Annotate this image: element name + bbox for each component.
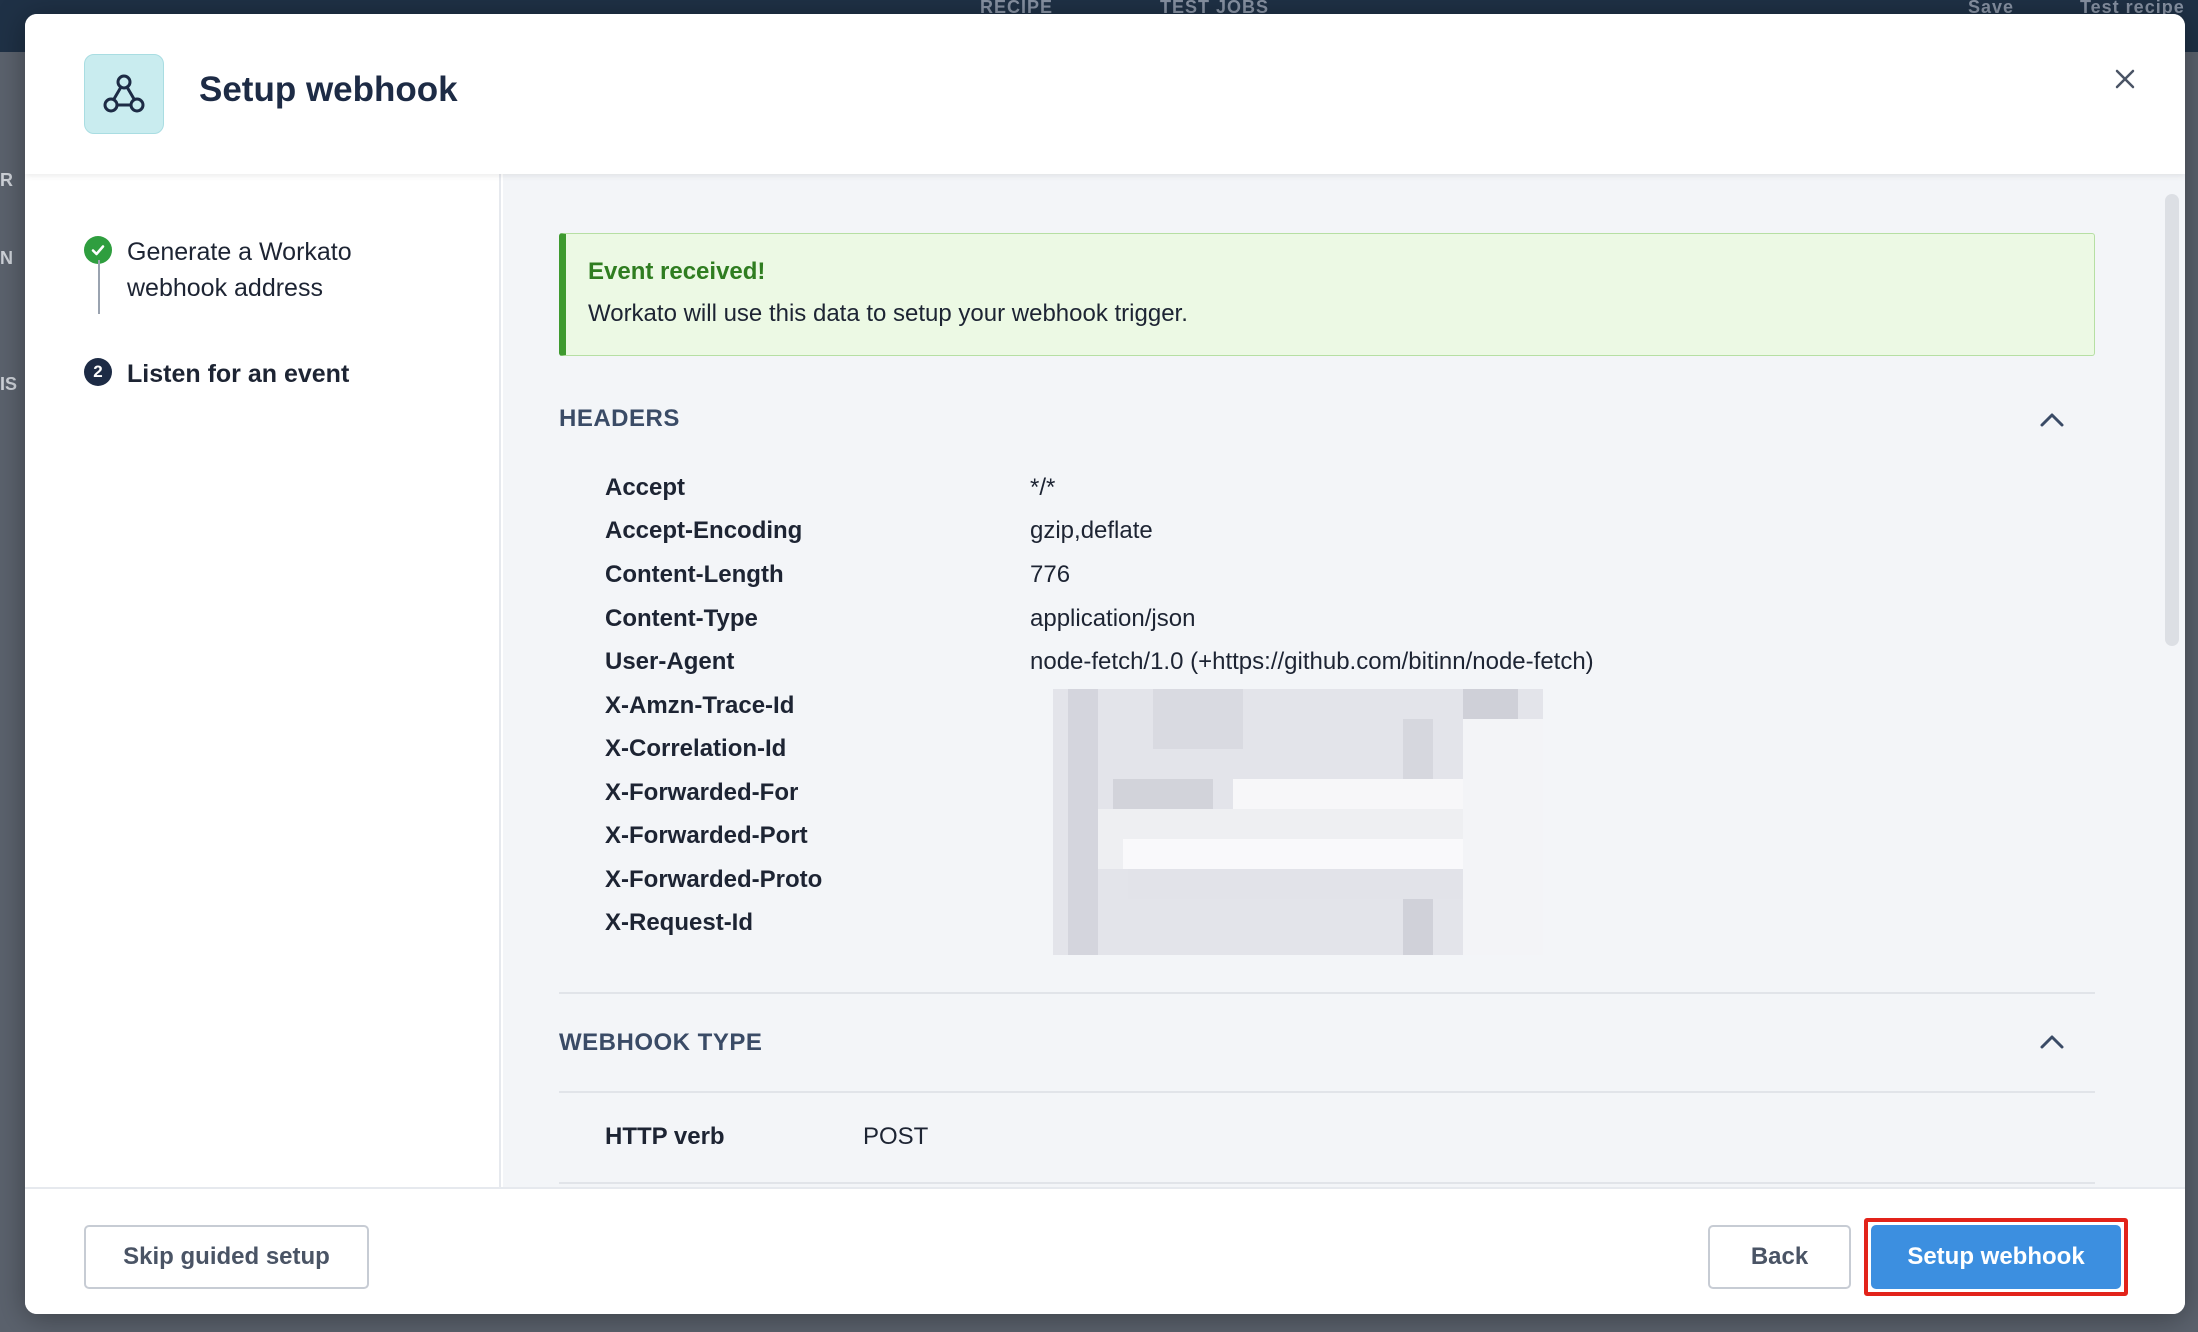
header-row: Accept-Encoding gzip,deflate xyxy=(605,517,2005,557)
header-row: Content-Length 776 xyxy=(605,561,2005,601)
alert-text: Workato will use this data to setup your… xyxy=(588,300,1188,327)
section-divider xyxy=(559,1182,2095,1184)
header-key: X-Forwarded-Port xyxy=(605,822,808,849)
headers-toggle[interactable] xyxy=(2035,403,2069,437)
header-value: */* xyxy=(1030,474,1056,501)
bg-left-letter: R xyxy=(0,170,13,190)
close-icon[interactable] xyxy=(2105,59,2145,99)
webhook-type-row: HTTP verb POST xyxy=(605,1123,2005,1163)
webhook-type-value: POST xyxy=(863,1123,929,1150)
alert-title: Event received! xyxy=(588,258,766,285)
webhook-type-section-title[interactable]: WEBHOOK TYPE xyxy=(559,1029,762,1057)
bg-save: Save xyxy=(1968,0,2015,14)
header-value: application/json xyxy=(1030,605,1196,632)
redacted-values xyxy=(1053,689,1543,955)
header-value: 776 xyxy=(1030,561,1071,588)
header-key: X-Request-Id xyxy=(605,909,754,936)
steps-sidebar: Generate a Workato webhook address 2 Lis… xyxy=(25,174,501,1187)
bg-tab-recipe: RECIPE xyxy=(980,0,1054,14)
modal-footer: Skip guided setup Back Setup webhook xyxy=(25,1187,2185,1314)
header-key: X-Forwarded-Proto xyxy=(605,866,823,893)
step-generate-address[interactable]: Generate a Workato webhook address xyxy=(84,234,457,306)
back-button[interactable]: Back xyxy=(1708,1225,1851,1289)
step-listen-event[interactable]: 2 Listen for an event xyxy=(84,356,457,392)
header-key: User-Agent xyxy=(605,648,735,675)
bg-tab-test-jobs: TEST JOBS xyxy=(1160,0,1270,14)
header-row: User-Agent node-fetch/1.0 (+https://gith… xyxy=(605,648,2005,688)
webhook-type-key: HTTP verb xyxy=(605,1123,725,1150)
header-key: X-Amzn-Trace-Id xyxy=(605,692,795,719)
bg-left-letter: IS xyxy=(0,374,18,394)
scrollbar-thumb[interactable] xyxy=(2165,194,2179,646)
event-received-alert: Event received! Workato will use this da… xyxy=(559,233,2095,356)
chevron-up-icon xyxy=(2039,1034,2065,1050)
header-key: X-Forwarded-For xyxy=(605,779,799,806)
modal-header: Setup webhook xyxy=(25,14,2185,174)
step-connector xyxy=(98,260,100,314)
bg-test-recipe: Test recipe xyxy=(2080,0,2185,14)
webhook-icon xyxy=(84,54,164,134)
header-key: Content-Length xyxy=(605,561,784,588)
header-key: Accept xyxy=(605,474,686,501)
setup-webhook-button[interactable]: Setup webhook xyxy=(1871,1225,2121,1289)
setup-webhook-modal: Setup webhook Generate a Workato webhook… xyxy=(25,14,2185,1314)
header-value: node-fetch/1.0 (+https://github.com/biti… xyxy=(1030,648,1594,675)
header-row: Content-Type application/json xyxy=(605,605,2005,645)
section-divider xyxy=(559,1091,2095,1093)
skip-guided-setup-button[interactable]: Skip guided setup xyxy=(84,1225,369,1289)
header-key: Accept-Encoding xyxy=(605,517,803,544)
chevron-up-icon xyxy=(2039,412,2065,428)
modal-title: Setup webhook xyxy=(199,70,458,109)
header-key: Content-Type xyxy=(605,605,758,632)
content-scrollbar[interactable] xyxy=(2159,174,2185,1187)
step-number-badge: 2 xyxy=(84,358,112,386)
event-content-panel: Event received! Workato will use this da… xyxy=(503,174,2185,1187)
headers-section-title[interactable]: HEADERS xyxy=(559,405,680,433)
header-row: Accept */* xyxy=(605,474,2005,514)
step-label: Generate a Workato webhook address xyxy=(127,238,352,302)
section-divider xyxy=(559,992,2095,994)
step-label: Listen for an event xyxy=(127,360,350,388)
bg-left-letter: N xyxy=(0,248,13,268)
header-value: gzip,deflate xyxy=(1030,517,1153,544)
webhook-type-toggle[interactable] xyxy=(2035,1025,2069,1059)
header-key: X-Correlation-Id xyxy=(605,735,787,762)
